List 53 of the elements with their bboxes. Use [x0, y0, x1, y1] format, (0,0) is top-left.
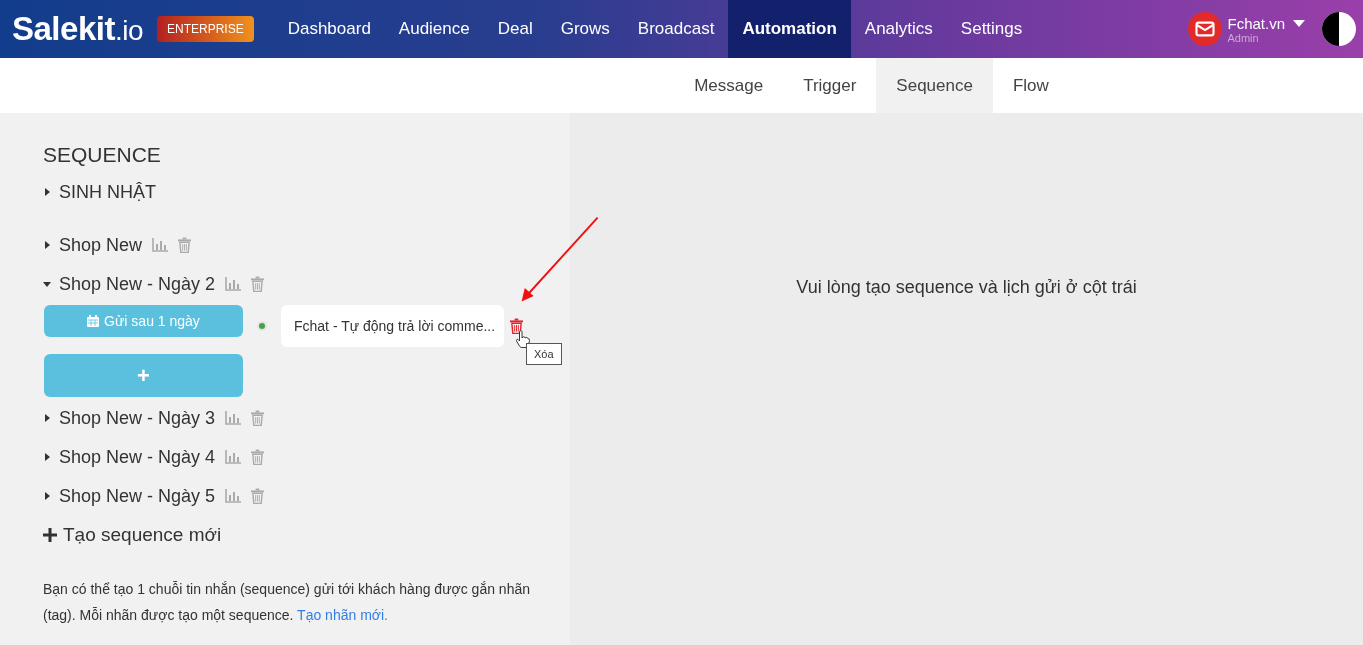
- sequence-name[interactable]: Shop New: [59, 234, 143, 256]
- new-tag-link[interactable]: Tạo nhãn mới.: [297, 607, 388, 623]
- trash-icon[interactable]: [178, 237, 192, 253]
- bar-chart-icon[interactable]: [225, 450, 242, 464]
- plus-icon: [43, 528, 57, 542]
- trash-icon[interactable]: [251, 488, 265, 504]
- caret-right-icon[interactable]: [43, 452, 51, 462]
- bar-chart-icon[interactable]: [225, 411, 242, 425]
- sequence-name[interactable]: SINH NHẬT: [59, 181, 156, 203]
- sub-tab[interactable]: Sequence: [876, 58, 993, 113]
- empty-state-message: Vui lòng tạo sequence và lịch gửi ở cột trái: [796, 277, 1137, 299]
- bar-chart-icon[interactable]: [225, 277, 242, 291]
- status-dot-icon: [259, 323, 265, 329]
- nav-tab[interactable]: Settings: [946, 0, 1037, 58]
- nav-tab[interactable]: Broadcast: [623, 0, 729, 58]
- trash-icon[interactable]: [251, 449, 265, 465]
- trash-icon[interactable]: [510, 318, 523, 334]
- caret-icon[interactable]: [1293, 19, 1305, 27]
- account-name[interactable]: Fchat.vn: [1227, 14, 1285, 32]
- caret-right-icon[interactable]: [43, 187, 51, 197]
- nav-tab[interactable]: Automation: [728, 0, 851, 58]
- calendar-icon: [87, 315, 100, 327]
- sub-tab[interactable]: Message: [674, 58, 784, 113]
- sub-tab[interactable]: Flow: [992, 58, 1069, 113]
- help-text: Bạn có thể tạo 1 chuỗi tin nhắn (sequence) gửi tới khách hàng được gắn nhãn (tag). Mỗi nhãn được tạo một sequence. Tạo nhãn mới.: [43, 580, 531, 625]
- avatar-icon[interactable]: [1321, 11, 1357, 47]
- mail-icon[interactable]: [1188, 12, 1223, 46]
- caret-right-icon[interactable]: [43, 413, 51, 423]
- plan-badge: ENTERPRISE: [157, 16, 254, 42]
- bar-chart-icon[interactable]: [225, 489, 242, 503]
- sequence-name[interactable]: Shop New - Ngày 3: [59, 407, 216, 429]
- tooltip: Xóa: [526, 343, 562, 365]
- caret-down-icon[interactable]: [43, 279, 51, 289]
- bar-chart-icon[interactable]: [152, 238, 169, 252]
- new-sequence-link[interactable]: Tạo sequence mới: [43, 524, 570, 546]
- sequence-name[interactable]: Shop New - Ngày 2: [59, 273, 216, 295]
- trash-icon[interactable]: [251, 410, 265, 426]
- section-heading: SEQUENCE: [43, 143, 162, 167]
- sub-tab[interactable]: Trigger: [783, 58, 877, 113]
- nav-tab[interactable]: Deal: [483, 0, 547, 58]
- sequence-name[interactable]: Shop New - Ngày 4: [59, 446, 216, 468]
- nav-tab[interactable]: Audience: [384, 0, 484, 58]
- trash-icon[interactable]: [251, 276, 265, 292]
- hand-cursor-icon: [516, 330, 530, 348]
- message-card[interactable]: Fchat - Tự động trả lời comme...: [281, 305, 504, 347]
- nav-tab[interactable]: Analytics: [850, 0, 947, 58]
- caret-right-icon[interactable]: [43, 240, 51, 250]
- nav-tab[interactable]: Grows: [546, 0, 624, 58]
- nav-tab[interactable]: Dashboard: [273, 0, 385, 58]
- account-role: Admin: [1227, 31, 1260, 44]
- caret-right-icon[interactable]: [43, 491, 51, 501]
- salekit-logo[interactable]: Salekit.io: [12, 10, 143, 48]
- sequence-name[interactable]: Shop New - Ngày 5: [59, 485, 216, 507]
